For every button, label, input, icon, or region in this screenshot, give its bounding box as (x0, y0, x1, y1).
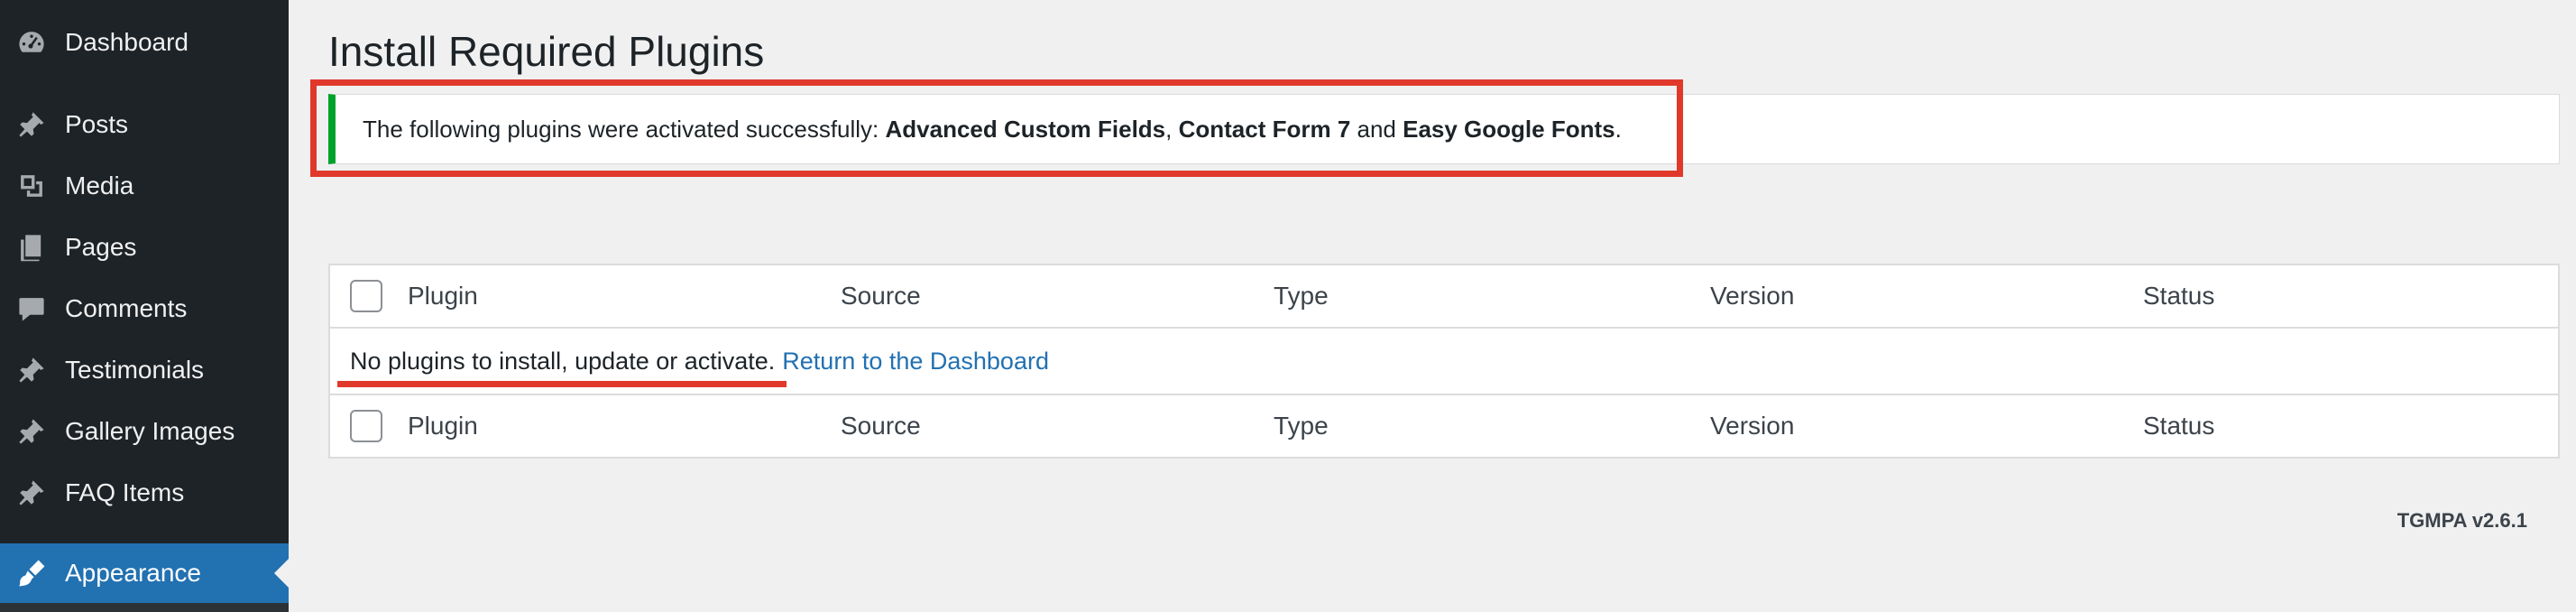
comments-icon (14, 292, 49, 326)
select-all-checkbox-footer[interactable] (350, 410, 382, 442)
notice-plugin-egf: Easy Google Fonts (1403, 115, 1615, 143)
sidebar-item-testimonials[interactable]: Testimonials (0, 343, 289, 397)
column-header-source: Source (841, 282, 921, 310)
sidebar-item-label: Pages (65, 233, 137, 261)
sidebar-item-label: Gallery Images (65, 417, 235, 445)
submenu-edge (0, 603, 289, 612)
active-menu-indicator (274, 559, 289, 588)
notice-plugin-cf7: Contact Form 7 (1178, 115, 1351, 143)
sidebar-item-label: Posts (65, 110, 129, 138)
sidebar-item-comments[interactable]: Comments (0, 282, 289, 336)
highlight-underline (337, 381, 787, 387)
column-header-status: Status (2143, 282, 2215, 310)
select-all-checkbox[interactable] (350, 280, 382, 312)
pin-icon (14, 476, 49, 510)
page-title: Install Required Plugins (328, 28, 765, 75)
column-footer-version: Version (1710, 412, 1795, 440)
column-footer-source: Source (841, 412, 921, 440)
appearance-icon (14, 556, 49, 590)
sidebar-item-label: Appearance (65, 559, 202, 587)
pages-icon (14, 230, 49, 264)
tgmpa-version: TGMPA v2.6.1 (2397, 509, 2527, 532)
success-notice: The following plugins were activated suc… (328, 94, 2560, 164)
notice-text: The following plugins were activated suc… (363, 115, 1622, 143)
notice-plugin-acf: Advanced Custom Fields (885, 115, 1166, 143)
pin-icon (14, 414, 49, 449)
pin-icon (14, 353, 49, 387)
no-items-message: No plugins to install, update or activat… (350, 347, 776, 375)
sidebar-item-label: FAQ Items (65, 478, 185, 506)
sidebar-item-faq-items[interactable]: FAQ Items (0, 466, 289, 520)
sidebar-item-label: Testimonials (65, 356, 205, 384)
sidebar-item-appearance[interactable]: Appearance (0, 543, 289, 603)
media-icon (14, 169, 49, 203)
pin-icon (14, 107, 49, 142)
admin-sidebar: Dashboard Posts Media Pages Comments Tes… (0, 0, 289, 612)
column-header-version: Version (1710, 282, 1795, 310)
sidebar-item-gallery-images[interactable]: Gallery Images (0, 404, 289, 459)
column-header-plugin[interactable]: Plugin (408, 265, 478, 327)
sidebar-item-label: Media (65, 172, 134, 199)
return-to-dashboard-link[interactable]: Return to the Dashboard (782, 348, 1049, 376)
sidebar-item-label: Comments (65, 294, 188, 322)
column-footer-type: Type (1274, 412, 1329, 440)
table-header-row: Plugin Source Type Version Status (330, 265, 2558, 329)
column-footer-plugin[interactable]: Plugin (408, 395, 478, 457)
column-header-type: Type (1274, 282, 1329, 310)
column-footer-status: Status (2143, 412, 2215, 440)
dashboard-icon (14, 25, 49, 60)
sidebar-item-label: Dashboard (65, 28, 189, 56)
plugins-table: Plugin Source Type Version Status No plu… (328, 264, 2560, 459)
sidebar-item-dashboard[interactable]: Dashboard (0, 15, 289, 70)
sidebar-item-media[interactable]: Media (0, 159, 289, 213)
table-footer-row: Plugin Source Type Version Status (330, 394, 2558, 457)
sidebar-item-pages[interactable]: Pages (0, 220, 289, 274)
sidebar-item-posts[interactable]: Posts (0, 97, 289, 152)
